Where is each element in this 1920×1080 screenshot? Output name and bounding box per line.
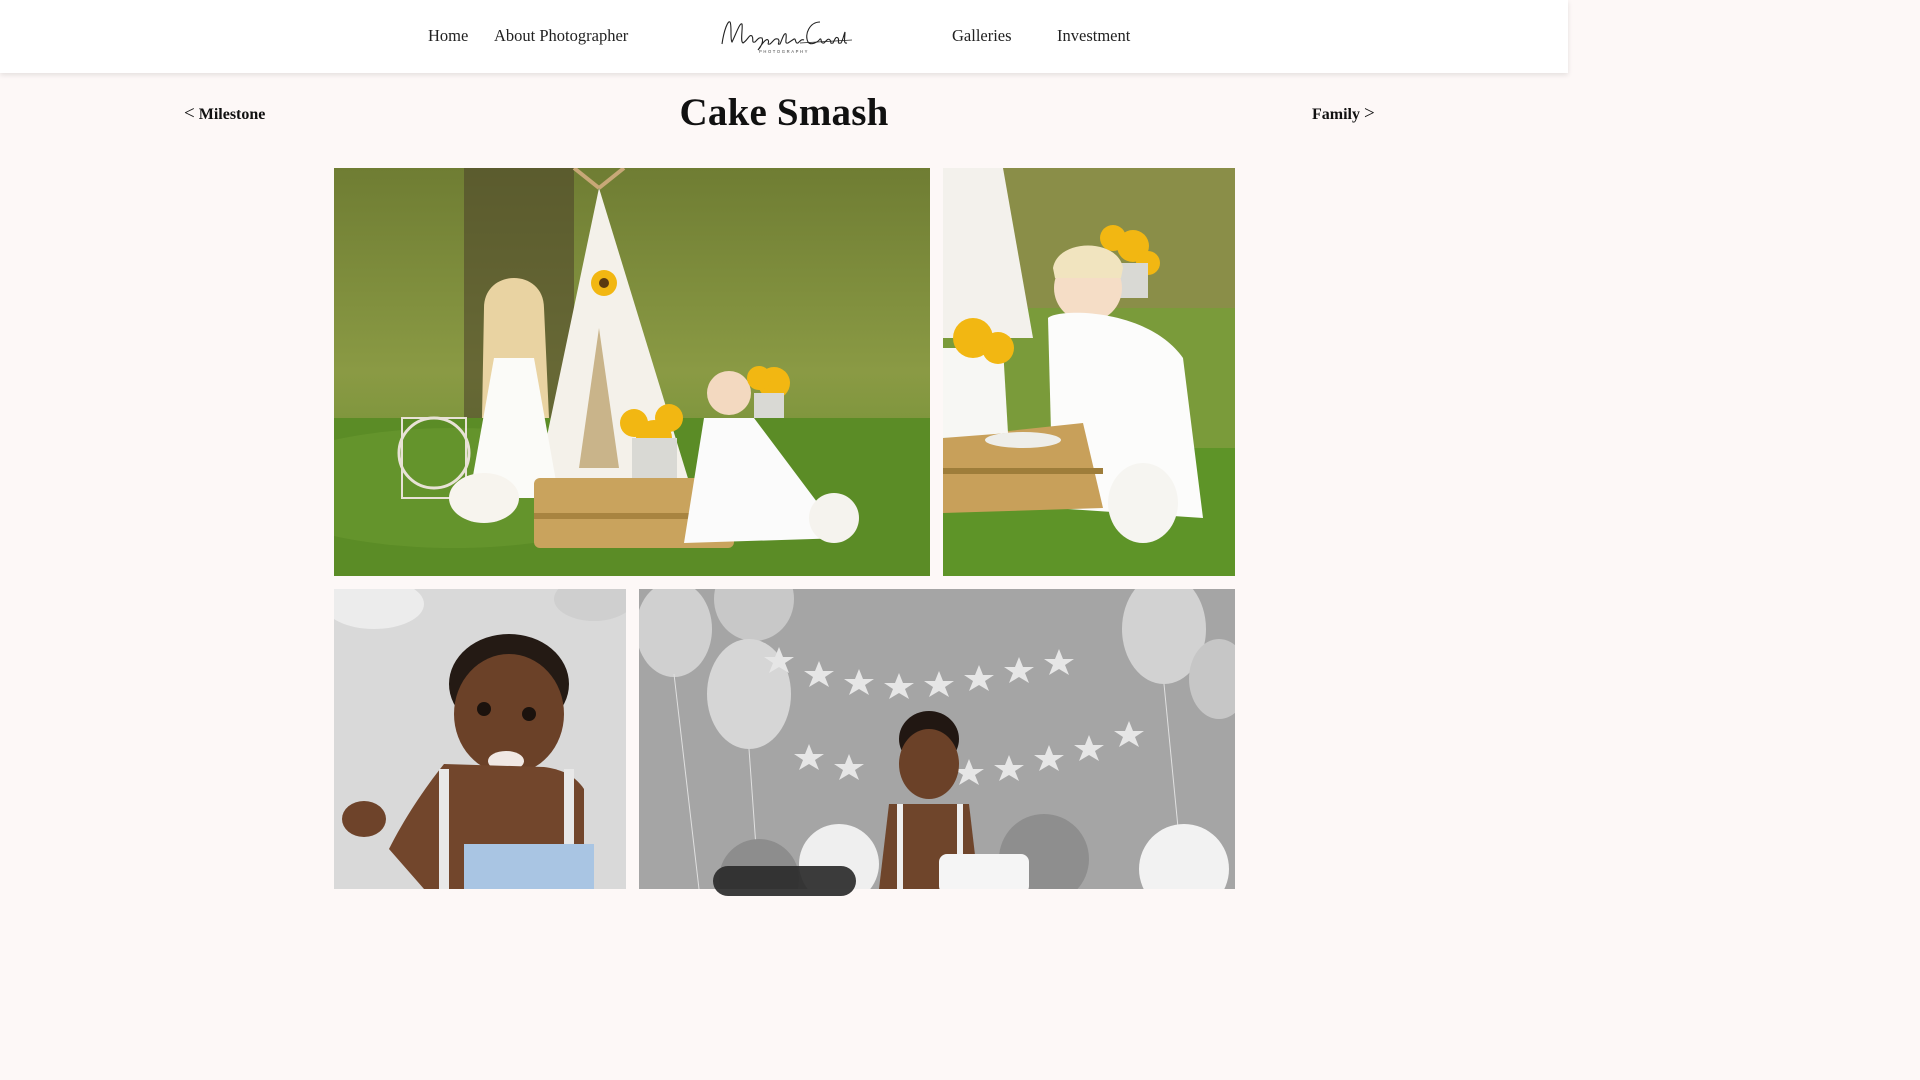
site-logo[interactable]: PHOTOGRAPHY (716, 12, 853, 58)
gallery-photo-baby-balloons[interactable] (639, 589, 1235, 889)
gallery-photo-baby-looking-up[interactable] (334, 589, 626, 889)
svg-text:PHOTOGRAPHY: PHOTOGRAPHY (759, 49, 809, 54)
image-viewer-toolbar[interactable] (713, 866, 856, 896)
nav-about-photographer[interactable]: About Photographer (494, 26, 628, 46)
next-gallery-label: Family (1312, 106, 1360, 123)
next-gallery-link[interactable]: Family > (1312, 103, 1375, 125)
gallery-photo-sisters-teepee[interactable] (334, 168, 930, 576)
site-header: Home About Photographer PHOTOGRAPHY Gall… (0, 0, 1568, 73)
nav-galleries[interactable]: Galleries (952, 26, 1012, 46)
chevron-right-icon: > (1364, 103, 1375, 124)
nav-home[interactable]: Home (428, 26, 468, 46)
gallery-photo-toddler-suitcase[interactable] (943, 168, 1235, 576)
nav-investment[interactable]: Investment (1057, 26, 1130, 46)
